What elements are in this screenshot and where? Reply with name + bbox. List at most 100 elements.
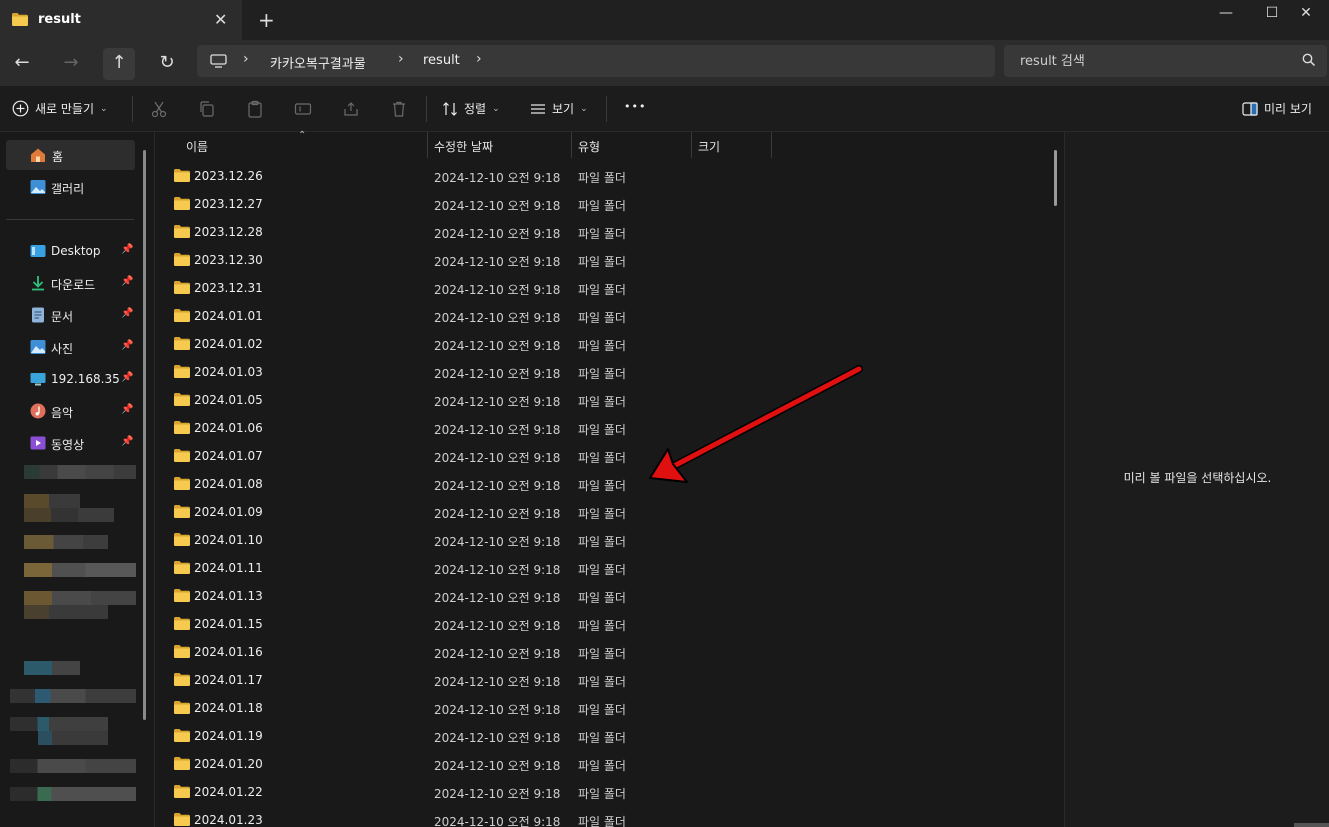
- table-row[interactable]: 2023.12.26 2024-12-10 오전 9:18 파일 폴더: [172, 162, 1052, 190]
- sidebar-item-music[interactable]: 음악 📌: [0, 396, 135, 426]
- table-row[interactable]: 2023.12.31 2024-12-10 오전 9:18 파일 폴더: [172, 274, 1052, 302]
- close-window-button[interactable]: ✕: [1283, 0, 1329, 26]
- rename-icon[interactable]: [294, 100, 312, 118]
- title-bar: result ✕ + — ☐ ✕: [0, 0, 1329, 40]
- more-options-button[interactable]: •••: [624, 100, 646, 113]
- chevron-right-icon[interactable]: ›: [243, 51, 249, 67]
- cut-icon[interactable]: [150, 100, 168, 118]
- file-type: 파일 폴더: [578, 283, 626, 297]
- folder-icon: [174, 505, 190, 518]
- back-button[interactable]: ←: [6, 48, 38, 80]
- file-modified: 2024-12-10 오전 9:18: [434, 619, 561, 633]
- table-row[interactable]: 2024.01.17 2024-12-10 오전 9:18 파일 폴더: [172, 666, 1052, 694]
- file-name: 2024.01.20: [194, 757, 263, 771]
- minimize-button[interactable]: —: [1203, 0, 1249, 26]
- folder-icon: [174, 617, 190, 630]
- file-modified: 2024-12-10 오전 9:18: [434, 199, 561, 213]
- file-modified: 2024-12-10 오전 9:18: [434, 367, 561, 381]
- sidebar-scrollbar[interactable]: [143, 150, 146, 720]
- breadcrumb-item[interactable]: result: [423, 53, 460, 68]
- folder-icon: [174, 337, 190, 350]
- delete-icon[interactable]: [390, 100, 408, 118]
- chevron-right-icon[interactable]: ›: [398, 51, 404, 67]
- refresh-button[interactable]: ↻: [151, 48, 183, 80]
- share-icon[interactable]: [342, 100, 360, 118]
- file-modified: 2024-12-10 오전 9:18: [434, 423, 561, 437]
- folder-icon: [174, 449, 190, 462]
- table-row[interactable]: 2024.01.05 2024-12-10 오전 9:18 파일 폴더: [172, 386, 1052, 414]
- file-modified: 2024-12-10 오전 9:18: [434, 815, 561, 827]
- desktop-icon: [30, 245, 46, 257]
- view-button[interactable]: 보기 ⌄: [530, 100, 588, 117]
- table-row[interactable]: 2024.01.13 2024-12-10 오전 9:18 파일 폴더: [172, 582, 1052, 610]
- resize-grip[interactable]: [1294, 823, 1329, 827]
- table-row[interactable]: 2024.01.11 2024-12-10 오전 9:18 파일 폴더: [172, 554, 1052, 582]
- table-row[interactable]: 2024.01.08 2024-12-10 오전 9:18 파일 폴더: [172, 470, 1052, 498]
- table-row[interactable]: 2023.12.27 2024-12-10 오전 9:18 파일 폴더: [172, 190, 1052, 218]
- file-type: 파일 폴더: [578, 199, 626, 213]
- folder-icon: [174, 729, 190, 742]
- sort-button[interactable]: 정렬 ⌄: [442, 100, 500, 117]
- new-tab-button[interactable]: +: [258, 8, 275, 32]
- file-name: 2024.01.15: [194, 617, 263, 631]
- file-modified: 2024-12-10 오전 9:18: [434, 647, 561, 661]
- sidebar-item-label: 사진: [51, 342, 74, 356]
- table-row[interactable]: 2024.01.03 2024-12-10 오전 9:18 파일 폴더: [172, 358, 1052, 386]
- search-input[interactable]: [1004, 45, 1294, 77]
- new-button[interactable]: 새로 만들기 ⌄: [12, 100, 108, 117]
- command-bar: 새로 만들기 ⌄ 정렬 ⌄ 보기 ⌄ ••• 미리 보기: [0, 86, 1329, 132]
- sidebar-item-documents[interactable]: 문서 📌: [0, 300, 135, 330]
- file-modified: 2024-12-10 오전 9:18: [434, 311, 561, 325]
- sidebar-item-gallery[interactable]: 갤러리: [0, 172, 135, 202]
- table-row[interactable]: 2024.01.16 2024-12-10 오전 9:18 파일 폴더: [172, 638, 1052, 666]
- table-row[interactable]: 2024.01.23 2024-12-10 오전 9:18 파일 폴더: [172, 806, 1052, 827]
- table-row[interactable]: 2024.01.20 2024-12-10 오전 9:18 파일 폴더: [172, 750, 1052, 778]
- table-row[interactable]: 2023.12.28 2024-12-10 오전 9:18 파일 폴더: [172, 218, 1052, 246]
- tab-close-button[interactable]: ✕: [214, 10, 227, 29]
- sidebar-item-pictures[interactable]: 사진 📌: [0, 332, 135, 362]
- sidebar-item-label: 문서: [51, 310, 74, 324]
- chevron-right-icon[interactable]: ›: [476, 51, 482, 67]
- column-header-modified[interactable]: 수정한 날짜: [428, 132, 572, 158]
- sidebar-item-downloads[interactable]: 다운로드 📌: [0, 268, 135, 298]
- copy-icon[interactable]: [198, 100, 216, 118]
- sidebar-item-network-drive[interactable]: 192.168.35.2 📌: [0, 364, 135, 394]
- column-header-size[interactable]: 크기: [692, 132, 772, 158]
- table-row[interactable]: 2024.01.15 2024-12-10 오전 9:18 파일 폴더: [172, 610, 1052, 638]
- sidebar-item-desktop[interactable]: Desktop 📌: [0, 236, 135, 266]
- file-name: 2024.01.18: [194, 701, 263, 715]
- preview-pane-button[interactable]: 미리 보기: [1242, 100, 1312, 117]
- table-row[interactable]: 2024.01.22 2024-12-10 오전 9:18 파일 폴더: [172, 778, 1052, 806]
- table-row[interactable]: 2023.12.30 2024-12-10 오전 9:18 파일 폴더: [172, 246, 1052, 274]
- breadcrumb-item[interactable]: 카카오복구결과물: [270, 53, 366, 72]
- tab-result[interactable]: result ✕: [0, 0, 242, 40]
- network-drive-icon: [30, 373, 46, 386]
- sidebar-item-home[interactable]: 홈: [6, 140, 135, 170]
- file-type: 파일 폴더: [578, 171, 626, 185]
- folder-icon: [174, 365, 190, 378]
- pin-icon: 📌: [121, 372, 134, 383]
- table-row[interactable]: 2024.01.10 2024-12-10 오전 9:18 파일 폴더: [172, 526, 1052, 554]
- file-list-scrollbar[interactable]: [1054, 150, 1057, 206]
- column-header-name[interactable]: 이름: [180, 132, 428, 158]
- table-row[interactable]: 2024.01.19 2024-12-10 오전 9:18 파일 폴더: [172, 722, 1052, 750]
- file-type: 파일 폴더: [578, 563, 626, 577]
- table-row[interactable]: 2024.01.07 2024-12-10 오전 9:18 파일 폴더: [172, 442, 1052, 470]
- sidebar-item-label: 음악: [51, 406, 74, 420]
- search-icon[interactable]: [1302, 53, 1316, 67]
- file-name: 2024.01.06: [194, 421, 263, 435]
- file-name: 2024.01.19: [194, 729, 263, 743]
- table-row[interactable]: 2024.01.02 2024-12-10 오전 9:18 파일 폴더: [172, 330, 1052, 358]
- paste-icon[interactable]: [246, 100, 264, 118]
- folder-icon: [174, 785, 190, 798]
- column-header-type[interactable]: 유형: [572, 132, 692, 158]
- address-bar[interactable]: › 카카오복구결과물 › result ›: [197, 45, 995, 77]
- up-button[interactable]: ↑: [103, 48, 135, 80]
- table-row[interactable]: 2024.01.06 2024-12-10 오전 9:18 파일 폴더: [172, 414, 1052, 442]
- sidebar-item-videos[interactable]: 동영상 📌: [0, 428, 135, 458]
- forward-button[interactable]: →: [55, 48, 87, 80]
- table-row[interactable]: 2024.01.01 2024-12-10 오전 9:18 파일 폴더: [172, 302, 1052, 330]
- table-row[interactable]: 2024.01.09 2024-12-10 오전 9:18 파일 폴더: [172, 498, 1052, 526]
- file-type: 파일 폴더: [578, 591, 626, 605]
- table-row[interactable]: 2024.01.18 2024-12-10 오전 9:18 파일 폴더: [172, 694, 1052, 722]
